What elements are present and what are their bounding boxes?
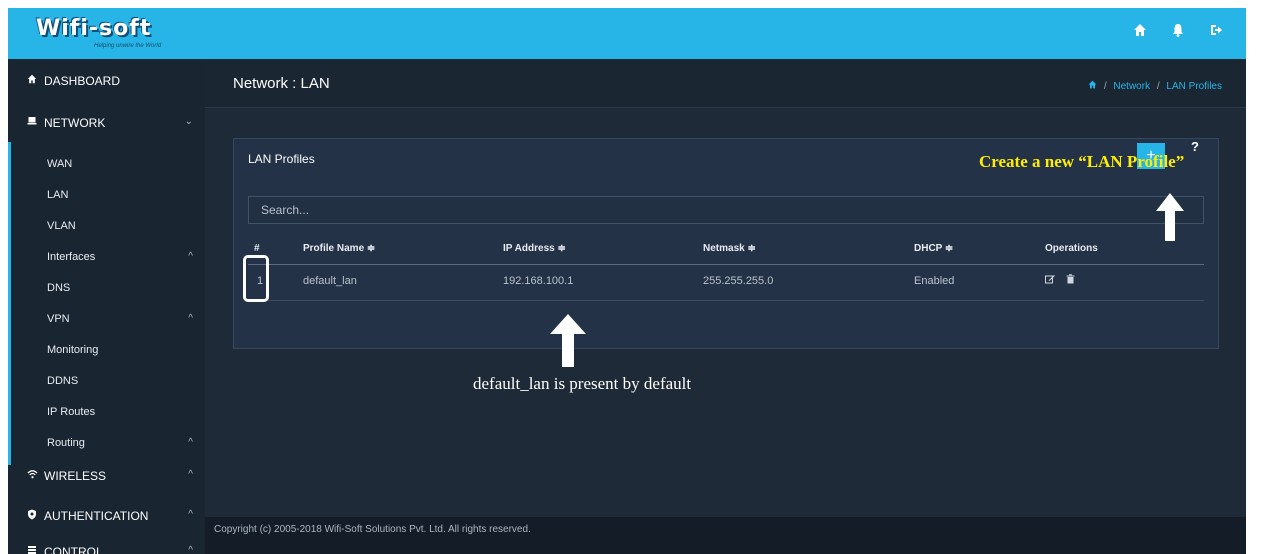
highlight-box-row-index bbox=[243, 255, 269, 302]
column-header-index: # bbox=[254, 243, 260, 254]
chevron-down-icon: ⌄ bbox=[184, 116, 193, 127]
sidebar-item-label: LAN bbox=[47, 189, 69, 201]
cell-profile-name: default_lan bbox=[303, 275, 357, 287]
main-content: Network : LAN / Network / LAN Profiles L… bbox=[205, 59, 1246, 554]
logo-tagline: Helping unwire the World bbox=[94, 43, 162, 49]
copyright-text: Copyright (c) 2005-2018 Wifi-Soft Soluti… bbox=[214, 524, 531, 535]
sidebar-item-label: Monitoring bbox=[47, 344, 99, 356]
column-header-profile-name[interactable]: Profile Name ≑ bbox=[303, 243, 375, 254]
logo-text: Wifi-soft bbox=[36, 16, 152, 41]
annotation-default-lan: default_lan is present by default bbox=[473, 374, 692, 393]
column-header-netmask[interactable]: Netmask ≑ bbox=[703, 243, 756, 254]
annotation-create-new: Create a new “LAN Profile” bbox=[979, 152, 1185, 171]
table-header-divider bbox=[248, 264, 1204, 265]
top-bar: Wifi-soft Helping unwire the World bbox=[8, 8, 1246, 59]
sidebar-item-label: VPN bbox=[47, 313, 70, 325]
bell-icon[interactable] bbox=[1170, 23, 1186, 42]
edit-icon[interactable] bbox=[1045, 275, 1058, 287]
row-divider bbox=[248, 300, 1204, 301]
sign-out-icon[interactable] bbox=[1208, 23, 1224, 42]
sidebar-item-label: WIRELESS bbox=[44, 469, 107, 483]
sidebar-item-ddns[interactable]: DDNS bbox=[8, 366, 205, 396]
search-input[interactable] bbox=[249, 197, 1203, 223]
column-header-operations: Operations bbox=[1045, 243, 1098, 254]
search-box bbox=[248, 196, 1204, 224]
wifi-icon bbox=[26, 469, 38, 482]
column-header-dhcp[interactable]: DHCP ≑ bbox=[914, 243, 953, 254]
cell-dhcp: Enabled bbox=[914, 275, 955, 287]
sidebar-item-label: WAN bbox=[47, 158, 73, 170]
sidebar-item-label: VLAN bbox=[47, 220, 76, 232]
chevron-up-icon: ^ bbox=[188, 313, 193, 324]
sidebar-item-label: Routing bbox=[47, 437, 85, 449]
sidebar-item-label: NETWORK bbox=[44, 116, 106, 130]
chevron-up-icon: ^ bbox=[188, 251, 193, 262]
breadcrumb-separator: / bbox=[1103, 81, 1107, 92]
monitor-icon bbox=[26, 116, 38, 129]
sidebar-item-ip-routes[interactable]: IP Routes bbox=[8, 397, 205, 427]
sidebar-item-dns[interactable]: DNS bbox=[8, 273, 205, 303]
sidebar-item-vpn[interactable]: VPN ^ bbox=[8, 304, 205, 334]
breadcrumb-separator: / bbox=[1156, 81, 1160, 92]
cell-ip-address: 192.168.100.1 bbox=[503, 275, 574, 287]
trash-icon[interactable] bbox=[1066, 274, 1075, 287]
sidebar-item-wan[interactable]: WAN bbox=[8, 149, 205, 179]
sidebar-item-routing[interactable]: Routing ^ bbox=[8, 428, 205, 458]
top-icons bbox=[1132, 23, 1224, 42]
sidebar-item-authentication[interactable]: AUTHENTICATION ^ bbox=[8, 501, 205, 531]
chevron-up-icon: ^ bbox=[188, 469, 193, 480]
page-header: Network : LAN / Network / LAN Profiles bbox=[205, 59, 1246, 108]
page-title: Network : LAN bbox=[233, 75, 330, 92]
sidebar-item-vlan[interactable]: VLAN bbox=[8, 211, 205, 241]
sidebar-item-label: DDNS bbox=[47, 375, 79, 387]
home-icon bbox=[26, 74, 38, 87]
sidebar-item-dashboard[interactable]: DASHBOARD bbox=[8, 66, 205, 96]
chevron-up-icon: ^ bbox=[188, 509, 193, 520]
breadcrumb-lan-profiles[interactable]: LAN Profiles bbox=[1166, 81, 1222, 92]
help-icon[interactable]: ? bbox=[1191, 139, 1199, 154]
cell-netmask: 255.255.255.0 bbox=[703, 275, 774, 287]
shield-icon bbox=[26, 509, 38, 523]
sidebar: DASHBOARD NETWORK ⌄ WAN LAN VLAN Interfa… bbox=[8, 59, 205, 554]
sidebar-item-monitoring[interactable]: Monitoring bbox=[8, 335, 205, 365]
chevron-up-icon: ^ bbox=[188, 437, 193, 448]
app-window: Wifi-soft Helping unwire the World DASHB… bbox=[8, 8, 1246, 554]
column-header-ip-address[interactable]: IP Address ≑ bbox=[503, 243, 566, 254]
sidebar-item-label: CONTROL bbox=[44, 545, 103, 554]
sidebar-item-control[interactable]: CONTROL ^ bbox=[8, 537, 205, 554]
sidebar-item-interfaces[interactable]: Interfaces ^ bbox=[8, 242, 205, 272]
sidebar-item-label: DASHBOARD bbox=[44, 74, 121, 88]
card-title: LAN Profiles bbox=[248, 152, 315, 166]
sidebar-item-lan[interactable]: LAN bbox=[8, 180, 205, 210]
sidebar-item-label: DNS bbox=[47, 282, 71, 294]
control-icon bbox=[26, 545, 38, 554]
arrow-up-icon bbox=[550, 314, 586, 367]
home-icon[interactable] bbox=[1088, 80, 1100, 92]
arrow-up-icon bbox=[1156, 193, 1184, 241]
cell-operations bbox=[1045, 274, 1083, 287]
home-icon[interactable] bbox=[1132, 23, 1148, 42]
chevron-up-icon: ^ bbox=[188, 545, 193, 554]
sidebar-item-label: Interfaces bbox=[47, 251, 96, 263]
footer: Copyright (c) 2005-2018 Wifi-Soft Soluti… bbox=[205, 517, 1246, 554]
sidebar-item-label: IP Routes bbox=[47, 406, 96, 418]
breadcrumb: / Network / LAN Profiles bbox=[1088, 80, 1222, 92]
sidebar-item-network[interactable]: NETWORK ⌄ bbox=[8, 108, 205, 138]
brand-logo[interactable]: Wifi-soft Helping unwire the World bbox=[22, 16, 182, 52]
sidebar-item-label: AUTHENTICATION bbox=[44, 509, 149, 523]
sidebar-item-wireless[interactable]: WIRELESS ^ bbox=[8, 461, 205, 491]
breadcrumb-network[interactable]: Network bbox=[1113, 81, 1150, 92]
